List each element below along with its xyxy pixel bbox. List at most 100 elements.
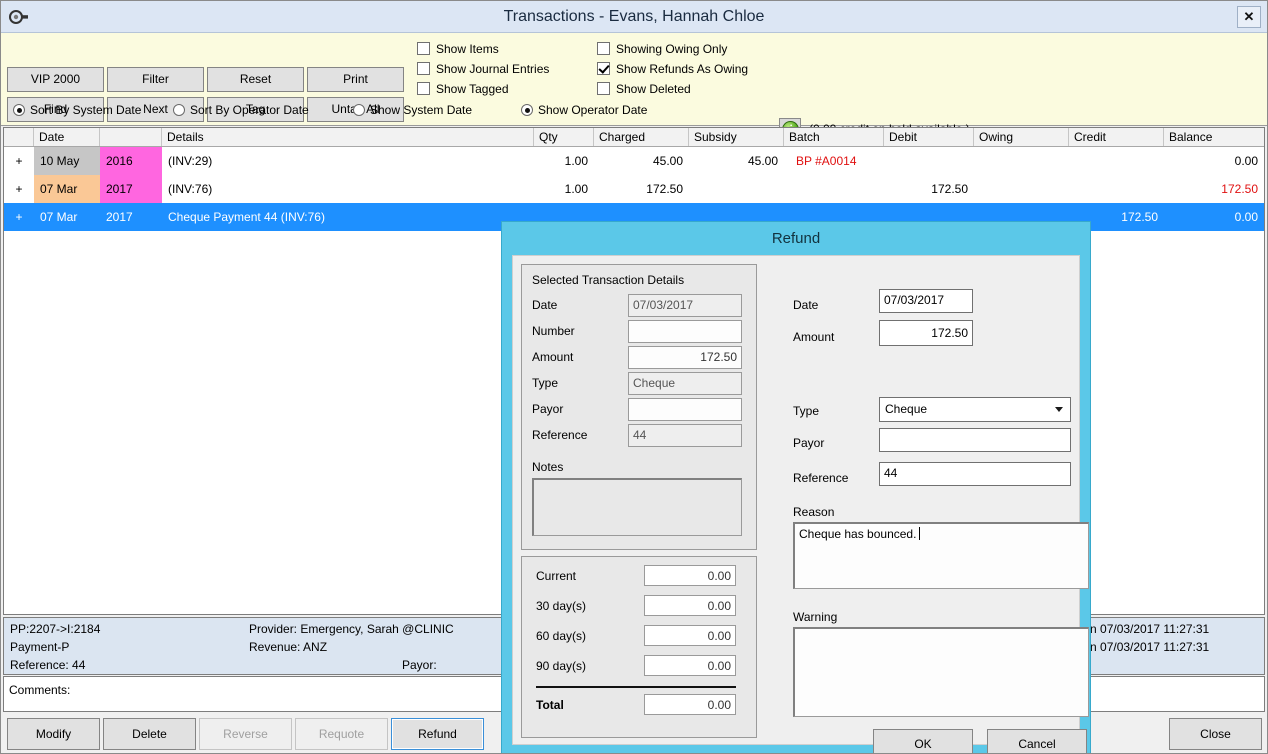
row-credit [1069, 175, 1164, 203]
row-charged: 172.50 [646, 182, 683, 196]
column-header-details[interactable]: Details [162, 128, 534, 146]
reset-button[interactable]: Reset [207, 67, 304, 92]
info-reference: Reference: 44 [10, 658, 86, 672]
row-year: 2017 [100, 175, 162, 203]
aging-60-label: 60 day(s) [536, 629, 587, 643]
checkbox-showing-owing-only-box[interactable] [597, 42, 610, 55]
refund-dialog-body: Selected Transaction Details Date 07/03/… [512, 255, 1089, 753]
vip-2000-button[interactable]: VIP 2000 [7, 67, 104, 92]
row-date: 07 Mar [34, 175, 100, 203]
row-expander[interactable]: + [4, 203, 34, 231]
column-header-batch[interactable]: Batch [784, 128, 884, 146]
st-number-label: Number [532, 324, 575, 338]
toolbar: VIP 2000 Filter Reset Print Find Next Ta… [1, 33, 1267, 140]
table-row[interactable]: + 10 May 2016 (INV:29) 1.00 45.00 45.00 … [4, 147, 1264, 175]
refund-amount-input[interactable]: 172.50 [879, 320, 973, 346]
aging-60-value: 0.00 [644, 625, 736, 646]
row-subsidy: 45.00 [747, 154, 778, 168]
row-date: 07 Mar [40, 210, 78, 224]
radio-show-system-date[interactable]: Show System Date [353, 103, 472, 119]
refund-payor-input[interactable] [879, 428, 1071, 452]
refund-ok-button[interactable]: OK [873, 729, 973, 753]
row-details: (INV:29) [168, 154, 213, 168]
row-subsidy [689, 175, 784, 203]
refund-type-select[interactable]: Cheque [879, 397, 1071, 422]
radio-show-system-date-dot[interactable] [353, 104, 365, 116]
row-expander[interactable]: + [4, 147, 34, 175]
st-notes-field [532, 478, 742, 536]
radio-show-operator-date-dot[interactable] [521, 104, 533, 116]
info-payment-type: Payment-P [10, 640, 70, 654]
window-close-icon[interactable]: ✕ [1237, 6, 1261, 28]
st-amount-field: 172.50 [628, 346, 742, 369]
column-header-subsidy[interactable]: Subsidy [689, 128, 784, 146]
checkbox-show-deleted-box[interactable] [597, 82, 610, 95]
title-bar: Transactions - Evans, Hannah Chloe ✕ [1, 1, 1267, 33]
checkbox-show-deleted[interactable]: Show Deleted [597, 82, 691, 100]
row-year: 2017 [106, 210, 133, 224]
st-reference-label: Reference [532, 428, 588, 442]
row-batch [790, 175, 890, 203]
radio-show-operator-date[interactable]: Show Operator Date [521, 103, 647, 119]
column-header-qty[interactable]: Qty [534, 128, 594, 146]
close-button[interactable]: Close [1169, 718, 1262, 750]
checkbox-show-items-label: Show Items [436, 42, 499, 56]
refund-warning-textarea[interactable] [793, 627, 1089, 717]
column-header-debit[interactable]: Debit [884, 128, 974, 146]
refund-reference-input[interactable]: 44 [879, 462, 1071, 486]
refund-type-select-value: Cheque [885, 402, 928, 416]
st-date-label: Date [532, 298, 558, 312]
selected-transaction-group-title: Selected Transaction Details [532, 273, 685, 287]
checkbox-show-refunds-as-owing-label: Show Refunds As Owing [616, 62, 749, 76]
radio-sort-by-system-date[interactable]: Sort By System Date [13, 103, 141, 119]
row-balance: 0.00 [1234, 210, 1258, 224]
checkbox-show-tagged-box[interactable] [417, 82, 430, 95]
aging-summary-group: Current 0.00 30 day(s) 0.00 60 day(s) 0.… [521, 556, 757, 738]
aging-total-label: Total [536, 698, 564, 712]
checkbox-show-refunds-as-owing[interactable]: Show Refunds As Owing [597, 62, 748, 80]
modify-button[interactable]: Modify [7, 718, 100, 750]
checkbox-show-tagged[interactable]: Show Tagged [417, 82, 509, 100]
checkbox-show-deleted-label: Show Deleted [616, 82, 691, 96]
radio-sort-by-operator-date[interactable]: Sort By Operator Date [173, 103, 309, 119]
column-header-balance[interactable]: Balance [1164, 128, 1264, 146]
checkbox-show-items[interactable]: Show Items [417, 42, 499, 60]
info-pp-reference: PP:2207->I:2184 [10, 622, 101, 636]
radio-sort-by-operator-date-dot[interactable] [173, 104, 185, 116]
filter-button[interactable]: Filter [107, 67, 204, 92]
refund-amount-label: Amount [793, 330, 835, 344]
refund-payor-label: Payor [793, 436, 825, 450]
refund-reason-textarea[interactable]: Cheque has bounced. [793, 522, 1089, 589]
row-details: Cheque Payment 44 (INV:76) [168, 210, 325, 224]
column-header-charged[interactable]: Charged [594, 128, 689, 146]
refund-type-label: Type [793, 404, 820, 418]
reverse-button: Reverse [199, 718, 292, 750]
checkbox-show-items-box[interactable] [417, 42, 430, 55]
window-title: Transactions - Evans, Hannah Chloe [503, 8, 765, 25]
radio-show-system-date-label: Show System Date [370, 103, 473, 117]
column-header-owing[interactable]: Owing [974, 128, 1069, 146]
print-button[interactable]: Print [307, 67, 404, 92]
refund-cancel-button[interactable]: Cancel [987, 729, 1087, 753]
table-row[interactable]: + 07 Mar 2017 (INV:76) 1.00 172.50 172.5… [4, 175, 1264, 203]
checkbox-show-journal-entries-box[interactable] [417, 62, 430, 75]
radio-sort-by-system-date-dot[interactable] [13, 104, 25, 116]
checkbox-showing-owing-only[interactable]: Showing Owing Only [597, 42, 727, 60]
checkbox-show-refunds-as-owing-box[interactable] [597, 62, 610, 75]
column-header-credit[interactable]: Credit [1069, 128, 1164, 146]
row-details: (INV:76) [168, 182, 213, 196]
st-payor-field [628, 398, 742, 421]
refund-date-input[interactable]: 07/03/2017 [879, 289, 973, 313]
delete-button[interactable]: Delete [103, 718, 196, 750]
column-header-date[interactable]: Date [34, 128, 100, 146]
checkbox-show-journal-entries[interactable]: Show Journal Entries [417, 62, 549, 80]
row-year: 2016 [100, 147, 162, 175]
column-header-year[interactable] [100, 128, 162, 146]
row-charged: 45.00 [652, 154, 683, 168]
row-expander[interactable]: + [4, 175, 34, 203]
column-header-expander[interactable] [4, 128, 34, 146]
refund-warning-label: Warning [793, 610, 838, 624]
selected-transaction-group: Selected Transaction Details Date 07/03/… [521, 264, 757, 550]
refund-button[interactable]: Refund [391, 718, 484, 750]
aging-90-label: 90 day(s) [536, 659, 587, 673]
